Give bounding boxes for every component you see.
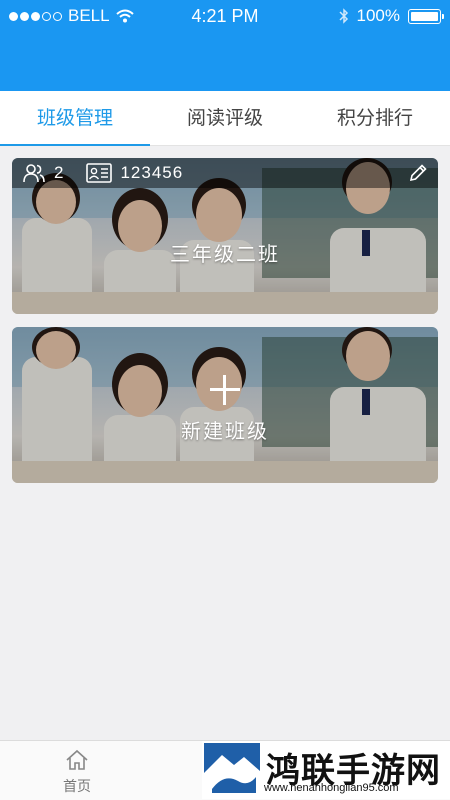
nav-home-label: 首页 <box>63 778 91 794</box>
tab-reading-rating[interactable]: 阅读评级 <box>150 91 300 145</box>
edit-icon[interactable] <box>408 163 428 183</box>
battery-label: 100% <box>356 6 400 25</box>
app-header: BELL 4:21 PM 100% <box>0 0 450 91</box>
class-code: 123456 <box>120 163 184 182</box>
battery-icon <box>408 8 444 24</box>
member-count: 2 <box>54 163 65 182</box>
class-info-bar: 2 123456 <box>12 158 438 188</box>
members-icon <box>23 164 45 183</box>
tab-points-ranking[interactable]: 积分排行 <box>300 91 450 145</box>
watermark-logo <box>204 743 260 797</box>
bluetooth-icon <box>338 8 348 24</box>
tab-bar: 班级管理 阅读评级 积分排行 <box>0 91 450 146</box>
status-bar: BELL 4:21 PM 100% <box>0 0 450 32</box>
class-name: 三年级二班 <box>170 244 280 266</box>
nav-home[interactable]: 首页 <box>52 749 102 796</box>
watermark-url: www.henanhonglian95.com <box>264 782 399 794</box>
new-class-label: 新建班级 <box>181 421 269 443</box>
class-card[interactable]: 2 123456 三年级二班 <box>12 158 438 314</box>
id-card-icon <box>86 163 113 183</box>
new-class-photo <box>12 327 438 483</box>
tab-class-management[interactable]: 班级管理 <box>0 91 150 146</box>
watermark: 鸿联手游网 www.henanhonglian95.com <box>202 741 450 799</box>
home-icon <box>66 749 88 770</box>
new-class-card[interactable]: 新建班级 <box>12 327 438 483</box>
plus-icon <box>210 375 240 405</box>
